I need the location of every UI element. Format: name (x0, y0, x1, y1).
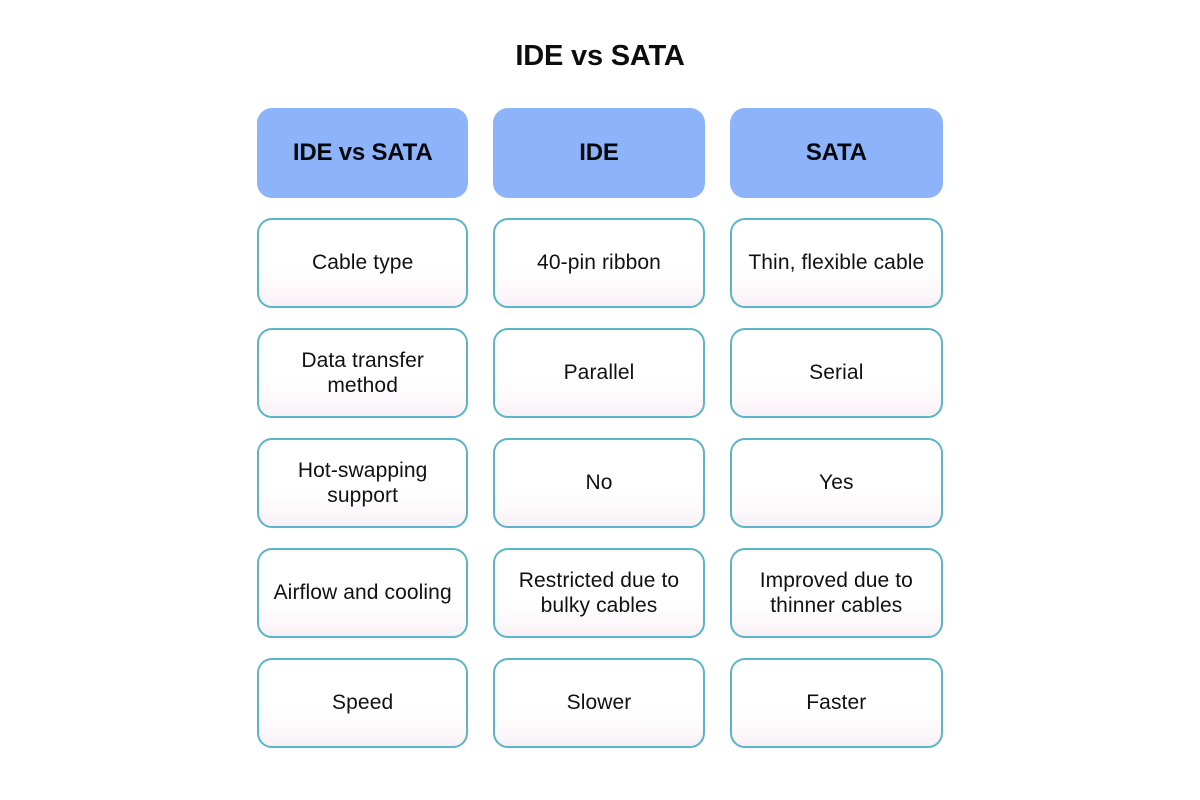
cell-text: Thin, flexible cable (748, 251, 925, 275)
comparison-table: IDE vs SATA IDE SATA Cable type 40-pin r… (257, 108, 943, 748)
cell-sata: Improved due to thinner cables (729, 548, 943, 638)
cell-text: Parallel (563, 361, 635, 385)
cell-sata: Faster (729, 658, 943, 748)
table-header-row: IDE vs SATA IDE SATA (257, 108, 943, 198)
header-label: IDE vs SATA (292, 138, 433, 166)
cell-text: Yes (819, 471, 854, 495)
cell-text: Slower (566, 691, 632, 715)
cell-ide: Slower (493, 658, 705, 748)
cell-feature: Airflow and cooling (257, 548, 469, 638)
table-row: Speed Slower Faster (257, 658, 943, 748)
cell-ide: No (493, 438, 705, 528)
cell-text: Faster (806, 691, 867, 715)
table-row: Cable type 40-pin ribbon Thin, flexible … (257, 218, 943, 308)
cell-text: 40-pin ribbon (537, 251, 661, 275)
cell-feature: Data transfer method (257, 328, 469, 418)
cell-text: Airflow and cooling (273, 581, 452, 605)
cell-text: Serial (809, 361, 864, 385)
header-label: IDE (579, 138, 619, 166)
cell-ide: Restricted due to bulky cables (493, 548, 705, 638)
header-label: SATA (805, 138, 867, 166)
cell-feature: Hot-swapping support (257, 438, 469, 528)
cell-text: Improved due to thinner cables (759, 568, 913, 617)
cell-text: Data transfer method (301, 348, 424, 397)
cell-ide: 40-pin ribbon (493, 218, 705, 308)
table-row: Airflow and cooling Restricted due to bu… (257, 548, 943, 638)
cell-feature: Speed (257, 658, 469, 748)
cell-sata: Yes (729, 438, 943, 528)
cell-ide: Parallel (493, 328, 705, 418)
cell-sata: Serial (729, 328, 943, 418)
header-cell-feature: IDE vs SATA (257, 108, 469, 198)
cell-text: Hot-swapping support (297, 458, 428, 507)
cell-feature: Cable type (257, 218, 469, 308)
page-title: IDE vs SATA (515, 40, 685, 72)
cell-text: Cable type (311, 251, 414, 275)
comparison-table-infographic: IDE vs SATA IDE vs SATA IDE SATA Cable t… (0, 0, 1200, 800)
header-cell-sata: SATA (729, 108, 943, 198)
table-row: Hot-swapping support No Yes (257, 438, 943, 528)
cell-text: No (585, 471, 613, 495)
table-row: Data transfer method Parallel Serial (257, 328, 943, 418)
cell-sata: Thin, flexible cable (729, 218, 943, 308)
header-cell-ide: IDE (493, 108, 705, 198)
cell-text: Restricted due to bulky cables (518, 568, 680, 617)
cell-text: Speed (332, 691, 394, 715)
